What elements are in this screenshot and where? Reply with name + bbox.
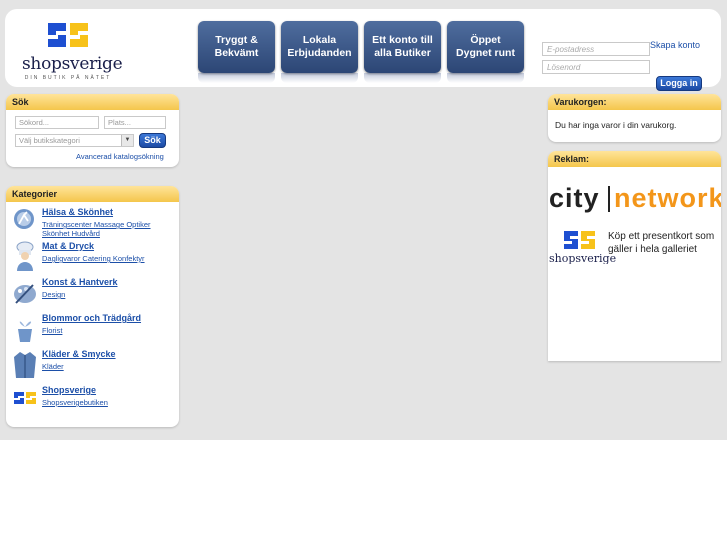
promo-ett-konto[interactable]: Ett konto till alla Butiker [364,21,441,73]
giftcard-ad[interactable]: shopsverige Köp ett presentkort som gäll… [548,229,721,264]
search-panel: Sök Sökord... Plats... Välj butikskatego… [6,94,179,167]
promo-reflection [281,73,358,83]
search-panel-title: Sök [6,94,179,110]
citynetwork-ad[interactable]: city network [548,183,721,217]
advanced-search-link[interactable]: Avancerad katalogsökning [76,152,164,161]
health-icon [14,209,34,229]
category-mat[interactable]: Mat & Dryck Dagligvaror Catering Konfekt… [13,241,178,275]
category-select[interactable]: Välj butikskategori ▼ [15,134,134,147]
promo-reflection [447,73,524,83]
promo-line: Tryggt & [215,34,258,46]
category-subcategories[interactable]: Kläder [42,362,177,371]
promo-reflection [198,73,275,83]
create-account-link[interactable]: Skapa konto [650,40,700,50]
ad-logo-word: shopsverige [549,252,617,264]
header: shopsverige DIN BUTIK PÅ NÄTET Tryggt & B… [5,9,721,91]
cart-panel: Varukorgen: Du har inga varor i din varu… [548,94,721,142]
email-field[interactable]: E-postadress [542,42,650,56]
promo-lokala[interactable]: Lokala Erbjudanden [281,21,358,73]
flowerpot-icon [18,321,32,342]
promo-line: Dygnet runt [456,47,515,59]
promo-reflection [364,73,441,83]
promo-line: Bekvämt [214,47,259,59]
ad-network-text: network [614,183,721,213]
search-button[interactable]: Sök [139,133,166,148]
promo-line: Erbjudanden [287,47,352,59]
logo-wordmark: shopsverige [22,54,123,74]
search-keyword-input[interactable]: Sökord... [15,116,99,129]
shopsverige-mini-logo-icon [14,392,36,404]
search-location-input[interactable]: Plats... [104,116,166,129]
category-title[interactable]: Blommor och Trädgård [42,313,141,323]
category-title[interactable]: Hälsa & Skönhet [42,207,113,217]
promo-line: alla Butiker [374,47,431,59]
giftcard-text: Köp ett presentkort som gäller i hela ga… [608,231,715,255]
categories-panel: Kategorier Hälsa & Skönhet Träningscente… [6,186,179,427]
art-craft-icon [14,284,36,304]
ad-divider [608,186,610,212]
category-title[interactable]: Konst & Hantverk [42,277,118,287]
ad-city-text: city [549,183,600,213]
jacket-icon [14,352,36,378]
promo-oppet[interactable]: Öppet Dygnet runt [447,21,524,73]
login-button[interactable]: Logga in [656,76,702,91]
promo-line: Ett konto till [372,34,433,46]
category-subcategories[interactable]: Träningscenter Massage Optiker Skönhet H… [42,220,177,238]
ads-title: Reklam: [548,151,721,167]
category-title[interactable]: Kläder & Smycke [42,349,116,359]
cart-title: Varukorgen: [548,94,721,110]
shopsverige-logo[interactable]: shopsverige DIN BUTIK PÅ NÄTET [22,19,123,83]
category-shopsverige[interactable]: Shopsverige Shopsverigebutiken [13,385,178,419]
category-subcategories[interactable]: Florist [42,326,177,335]
password-field[interactable]: Lösenord [542,60,650,74]
categories-title: Kategorier [6,186,179,202]
chevron-down-icon[interactable]: ▼ [121,135,133,146]
promo-line: Öppet [470,34,501,46]
category-subcategories[interactable]: Design [42,290,177,299]
category-title[interactable]: Mat & Dryck [42,241,94,251]
shopsverige-logo-icon [564,231,595,249]
category-halsa[interactable]: Hälsa & Skönhet Träningscenter Massage O… [13,207,178,241]
category-blommor[interactable]: Blommor och Trädgård Florist [13,313,178,347]
category-subcategories[interactable]: Shopsverigebutiken [42,398,177,407]
category-title[interactable]: Shopsverige [42,385,96,395]
ads-panel: Reklam: city network shopsverige Köp ett… [548,151,721,361]
chef-icon [16,241,34,271]
category-select-value: Välj butikskategori [19,136,80,145]
promo-tryggt[interactable]: Tryggt & Bekvämt [198,21,275,73]
logo-tagline: DIN BUTIK PÅ NÄTET [24,75,112,81]
category-konst[interactable]: Konst & Hantverk Design [13,277,178,311]
category-subcategories[interactable]: Dagligvaror Catering Konfektyr [42,254,177,263]
cart-empty-text: Du har inga varor i din varukorg. [555,120,677,130]
promo-line: Lokala [302,34,337,46]
logo-mark-icon [48,23,88,47]
category-klader[interactable]: Kläder & Smycke Kläder [13,349,178,383]
